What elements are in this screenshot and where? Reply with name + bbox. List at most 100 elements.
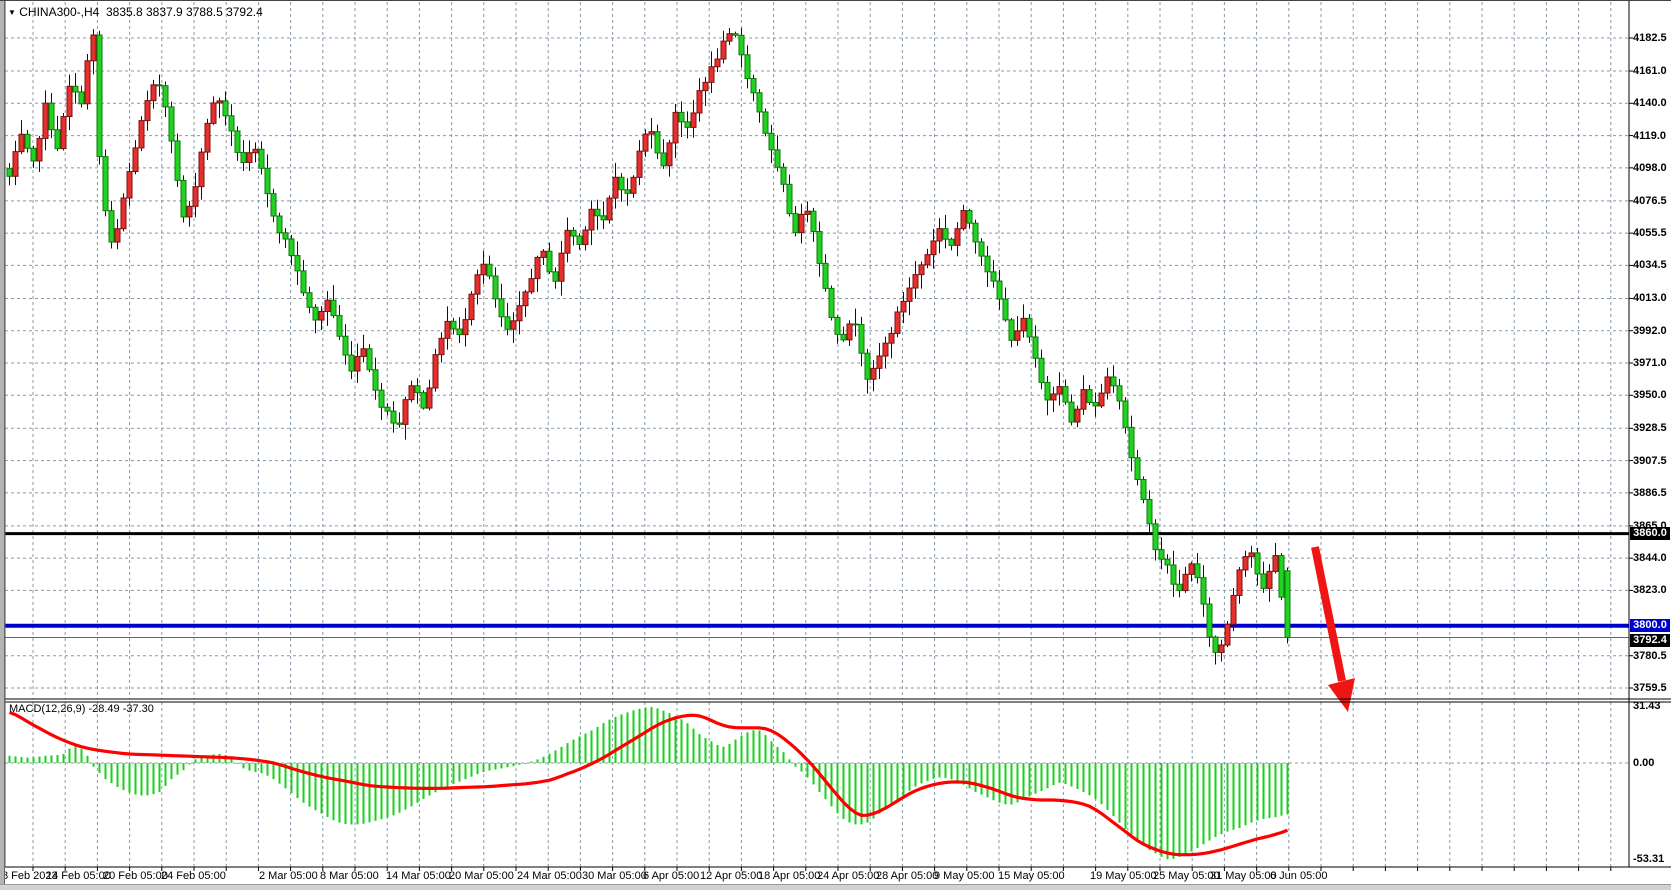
- bull-candle: [439, 338, 444, 354]
- bull-candle: [877, 356, 882, 368]
- macd-histogram-bar: [933, 763, 935, 779]
- window-left-edge: [0, 1, 5, 890]
- bull-candle: [1075, 409, 1080, 422]
- bear-candle: [679, 112, 684, 121]
- price-axis-label: 3823.0: [1633, 584, 1667, 596]
- macd-histogram-bar: [363, 763, 365, 824]
- bear-candle: [745, 55, 750, 79]
- macd-histogram-bar: [519, 763, 521, 765]
- macd-histogram-bar: [357, 763, 359, 824]
- macd-histogram-bar: [171, 763, 173, 779]
- macd-histogram-bar: [165, 763, 167, 786]
- bull-candle: [133, 148, 138, 172]
- macd-histogram-bar: [129, 763, 131, 793]
- macd-histogram-bar: [1125, 763, 1127, 829]
- bull-candle: [691, 113, 696, 127]
- bear-candle: [1009, 320, 1014, 340]
- macd-histogram-bar: [543, 757, 545, 763]
- bear-candle: [973, 223, 978, 242]
- bull-candle: [673, 112, 678, 143]
- bear-candle: [1147, 499, 1152, 523]
- bull-candle: [727, 34, 732, 41]
- macd-histogram-bar: [645, 707, 647, 763]
- bull-candle: [433, 355, 438, 388]
- macd-histogram-bar: [999, 763, 1001, 803]
- bull-candle: [931, 241, 936, 255]
- bear-candle: [601, 216, 606, 220]
- macd-histogram-bar: [1053, 763, 1055, 785]
- current-price-badge: 3792.4: [1630, 634, 1670, 647]
- time-axis-label: 12 Apr 05:00: [700, 870, 762, 882]
- bull-candle: [847, 324, 852, 340]
- macd-histogram-bar: [1011, 763, 1013, 805]
- time-axis-label: 6 Apr 05:00: [643, 870, 699, 882]
- bear-candle: [1063, 387, 1068, 403]
- macd-histogram-bar: [573, 740, 575, 763]
- macd-histogram-bar: [141, 763, 143, 795]
- candlestick-chart[interactable]: [0, 1, 1671, 890]
- bear-candle: [1279, 556, 1284, 598]
- macd-histogram-bar: [189, 763, 191, 764]
- bear-candle: [487, 264, 492, 276]
- macd-histogram-bar: [705, 738, 707, 763]
- macd-histogram-bar: [615, 717, 617, 763]
- bull-candle: [529, 279, 534, 292]
- hline-price-badge[interactable]: 3860.0: [1630, 527, 1670, 540]
- bear-candle: [367, 349, 372, 370]
- macd-histogram-bar: [1269, 763, 1271, 818]
- symbol-timeframe-label[interactable]: CHINA300-,H4: [19, 5, 99, 19]
- macd-histogram-bar: [33, 757, 35, 763]
- bull-candle: [1105, 377, 1110, 393]
- bear-candle: [181, 180, 186, 217]
- bear-candle: [775, 150, 780, 167]
- macd-histogram-bar: [735, 740, 737, 763]
- price-axis-label: 4034.5: [1633, 259, 1667, 271]
- bear-candle: [301, 271, 306, 293]
- macd-histogram-bar: [759, 731, 761, 763]
- macd-histogram-bar: [765, 735, 767, 763]
- bear-candle: [1117, 386, 1122, 401]
- macd-histogram-bar: [1203, 763, 1205, 844]
- bear-candle: [835, 317, 840, 334]
- macd-histogram-bar: [1185, 763, 1187, 854]
- bull-candle: [559, 253, 564, 281]
- bear-candle: [865, 353, 870, 379]
- macd-histogram-bar: [687, 723, 689, 763]
- macd-histogram-bar: [273, 763, 275, 779]
- price-axis-label: 3886.5: [1633, 487, 1667, 499]
- bear-candle: [271, 194, 276, 216]
- macd-histogram-bar: [489, 763, 491, 771]
- chevron-down-icon[interactable]: ▼: [8, 8, 16, 17]
- macd-histogram-bar: [51, 755, 53, 763]
- bear-candle: [415, 386, 420, 393]
- macd-histogram-bar: [465, 763, 467, 779]
- macd-histogram-bar: [567, 743, 569, 763]
- macd-histogram-bar: [1101, 763, 1103, 804]
- macd-histogram-bar: [561, 747, 563, 763]
- bull-candle: [637, 151, 642, 177]
- bear-candle: [1123, 401, 1128, 427]
- macd-histogram-bar: [75, 745, 77, 763]
- bull-candle: [955, 229, 960, 246]
- bull-candle: [211, 103, 216, 123]
- bull-candle: [805, 211, 810, 214]
- bull-candle: [667, 143, 672, 166]
- bull-candle: [511, 321, 516, 329]
- macd-histogram-bar: [135, 763, 137, 795]
- macd-histogram-bar: [831, 763, 833, 806]
- macd-histogram-bar: [393, 763, 395, 815]
- time-axis-label: 2 Mar 05:00: [259, 870, 318, 882]
- macd-histogram-bar: [1173, 763, 1175, 859]
- macd-histogram-bar: [945, 763, 947, 778]
- bear-candle: [385, 407, 390, 411]
- window-bottom-edge: [0, 884, 1671, 890]
- time-axis-label: 24 Apr 05:00: [817, 870, 879, 882]
- bull-candle: [1051, 394, 1056, 400]
- macd-histogram-bar: [39, 757, 41, 763]
- macd-histogram-bar: [849, 763, 851, 823]
- bull-candle: [1267, 571, 1272, 588]
- hline-price-badge[interactable]: 3800.0: [1630, 619, 1670, 632]
- bear-candle: [655, 132, 660, 153]
- price-axis-label: 4182.5: [1633, 32, 1667, 44]
- bear-candle: [991, 272, 996, 281]
